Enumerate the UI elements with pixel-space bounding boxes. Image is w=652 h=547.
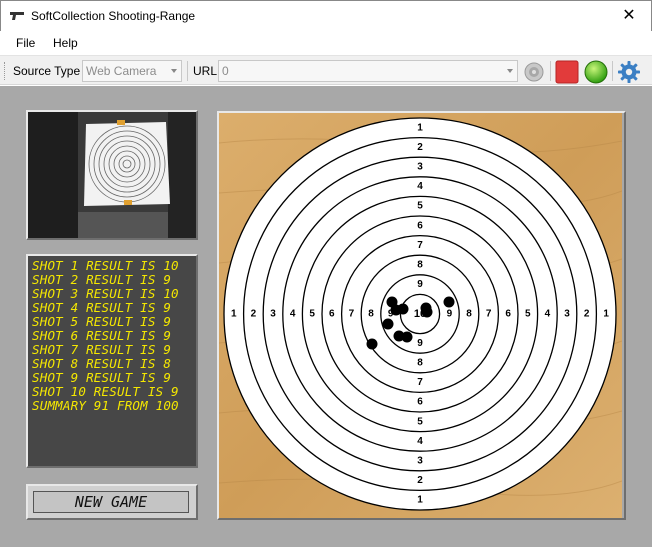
camera-connect-icon[interactable]: [522, 60, 546, 84]
bullet-hole: [382, 318, 394, 330]
source-type-label: Source Type: [13, 64, 81, 78]
log-summary: SUMMARY 91 FROM 100: [32, 398, 179, 413]
ring-number: 7: [417, 240, 423, 251]
ring-number: 8: [417, 260, 423, 271]
camera-preview: [28, 112, 196, 238]
ring-number: 7: [486, 309, 492, 320]
bullet-hole: [397, 303, 409, 315]
menu-bar: File Help: [0, 31, 652, 55]
url-select[interactable]: 0: [218, 60, 518, 82]
ring-number: 2: [251, 309, 257, 320]
log-line: SHOT 10 RESULT IS 9: [32, 384, 179, 399]
chevron-down-icon: [507, 69, 513, 73]
ring-number: 8: [466, 309, 472, 320]
toolbar-separator: [612, 61, 613, 81]
ring-number: 1: [417, 495, 423, 506]
ring-number: 9: [447, 309, 453, 320]
menu-help[interactable]: Help: [49, 36, 82, 50]
ring-number: 6: [329, 309, 335, 320]
menu-file[interactable]: File: [12, 36, 39, 50]
bullet-hole: [366, 338, 378, 350]
ring-number: 9: [417, 279, 423, 290]
ring-number: 1: [417, 122, 423, 133]
ring-number: 5: [417, 416, 423, 427]
new-game-button[interactable]: NEW GAME: [33, 491, 189, 513]
newgame-panel: NEW GAME: [28, 486, 196, 518]
bullet-hole: [443, 296, 455, 308]
ring-number: 2: [417, 142, 423, 153]
ring-number: 7: [417, 377, 423, 388]
stop-red-square-icon[interactable]: [555, 60, 579, 84]
toolbar-grip[interactable]: [4, 62, 7, 80]
ring-number: 3: [417, 456, 423, 467]
chevron-down-icon: [171, 69, 177, 73]
log-line: SHOT 5 RESULT IS 9: [32, 314, 172, 329]
ring-number: 9: [417, 338, 423, 349]
ring-number: 8: [368, 309, 374, 320]
source-type-value: Web Camera: [86, 64, 157, 78]
go-green-circle-icon[interactable]: [584, 60, 608, 84]
window-title: SoftCollection Shooting-Range: [31, 9, 196, 23]
ring-number: 6: [417, 397, 423, 408]
toolbar-separator: [187, 61, 188, 81]
ring-number: 1: [231, 309, 237, 320]
log-line: SHOT 6 RESULT IS 9: [32, 328, 172, 343]
ring-number: 3: [564, 309, 570, 320]
ring-number: 6: [505, 309, 511, 320]
pistol-icon: [10, 12, 24, 20]
ring-number: 6: [417, 220, 423, 231]
camera-image: [28, 112, 196, 238]
title-bar: SoftCollection Shooting-Range ✕: [0, 0, 652, 31]
ring-number: 4: [290, 309, 296, 320]
log-line: SHOT 7 RESULT IS 9: [32, 342, 172, 357]
close-button[interactable]: ✕: [615, 4, 643, 28]
log-line: SHOT 8 RESULT IS 8: [32, 356, 172, 371]
log-line: SHOT 1 RESULT IS 10: [32, 258, 179, 273]
target-svg: 111 1222 2333 3444 4555 5666 6777 7888 8999 910: [219, 113, 622, 518]
log-line: SHOT 4 RESULT IS 9: [32, 300, 172, 315]
ring-number: 3: [270, 309, 276, 320]
ring-number: 5: [309, 309, 315, 320]
ring-number: 1: [603, 309, 609, 320]
url-value: 0: [222, 64, 229, 78]
ring-number: 4: [417, 436, 423, 447]
shot-log: SHOT 1 RESULT IS 10 SHOT 2 RESULT IS 9 S…: [28, 256, 196, 466]
log-line: SHOT 3 RESULT IS 10: [32, 286, 179, 301]
target-area: 1 1 1 1 2 2 2 2 3 3 3 3 4 4 4 4 5 5 5 5 6 6 6 6 7 7 7 7 8 8 8 8 9 9 9 9 10: [219, 113, 622, 518]
ring-number: 4: [417, 181, 423, 192]
url-label: URL: [193, 64, 218, 78]
ring-number: 8: [417, 358, 423, 369]
source-type-select[interactable]: Web Camera: [82, 60, 182, 82]
log-line: SHOT 9 RESULT IS 9: [32, 370, 172, 385]
ring-number: 3: [417, 162, 423, 173]
bullet-hole: [421, 306, 433, 318]
ring-number: 7: [349, 309, 355, 320]
ring-number: 2: [417, 475, 423, 486]
toolbar: Source Type Web Camera URL 0: [0, 55, 652, 85]
ring-number: 5: [417, 201, 423, 212]
ring-number: 4: [545, 309, 551, 320]
ring-number: 2: [584, 309, 590, 320]
bullet-hole: [401, 331, 413, 343]
gear-icon[interactable]: [617, 60, 641, 84]
ring-number: 5: [525, 309, 531, 320]
toolbar-separator: [550, 61, 551, 81]
log-line: SHOT 2 RESULT IS 9: [32, 272, 172, 287]
